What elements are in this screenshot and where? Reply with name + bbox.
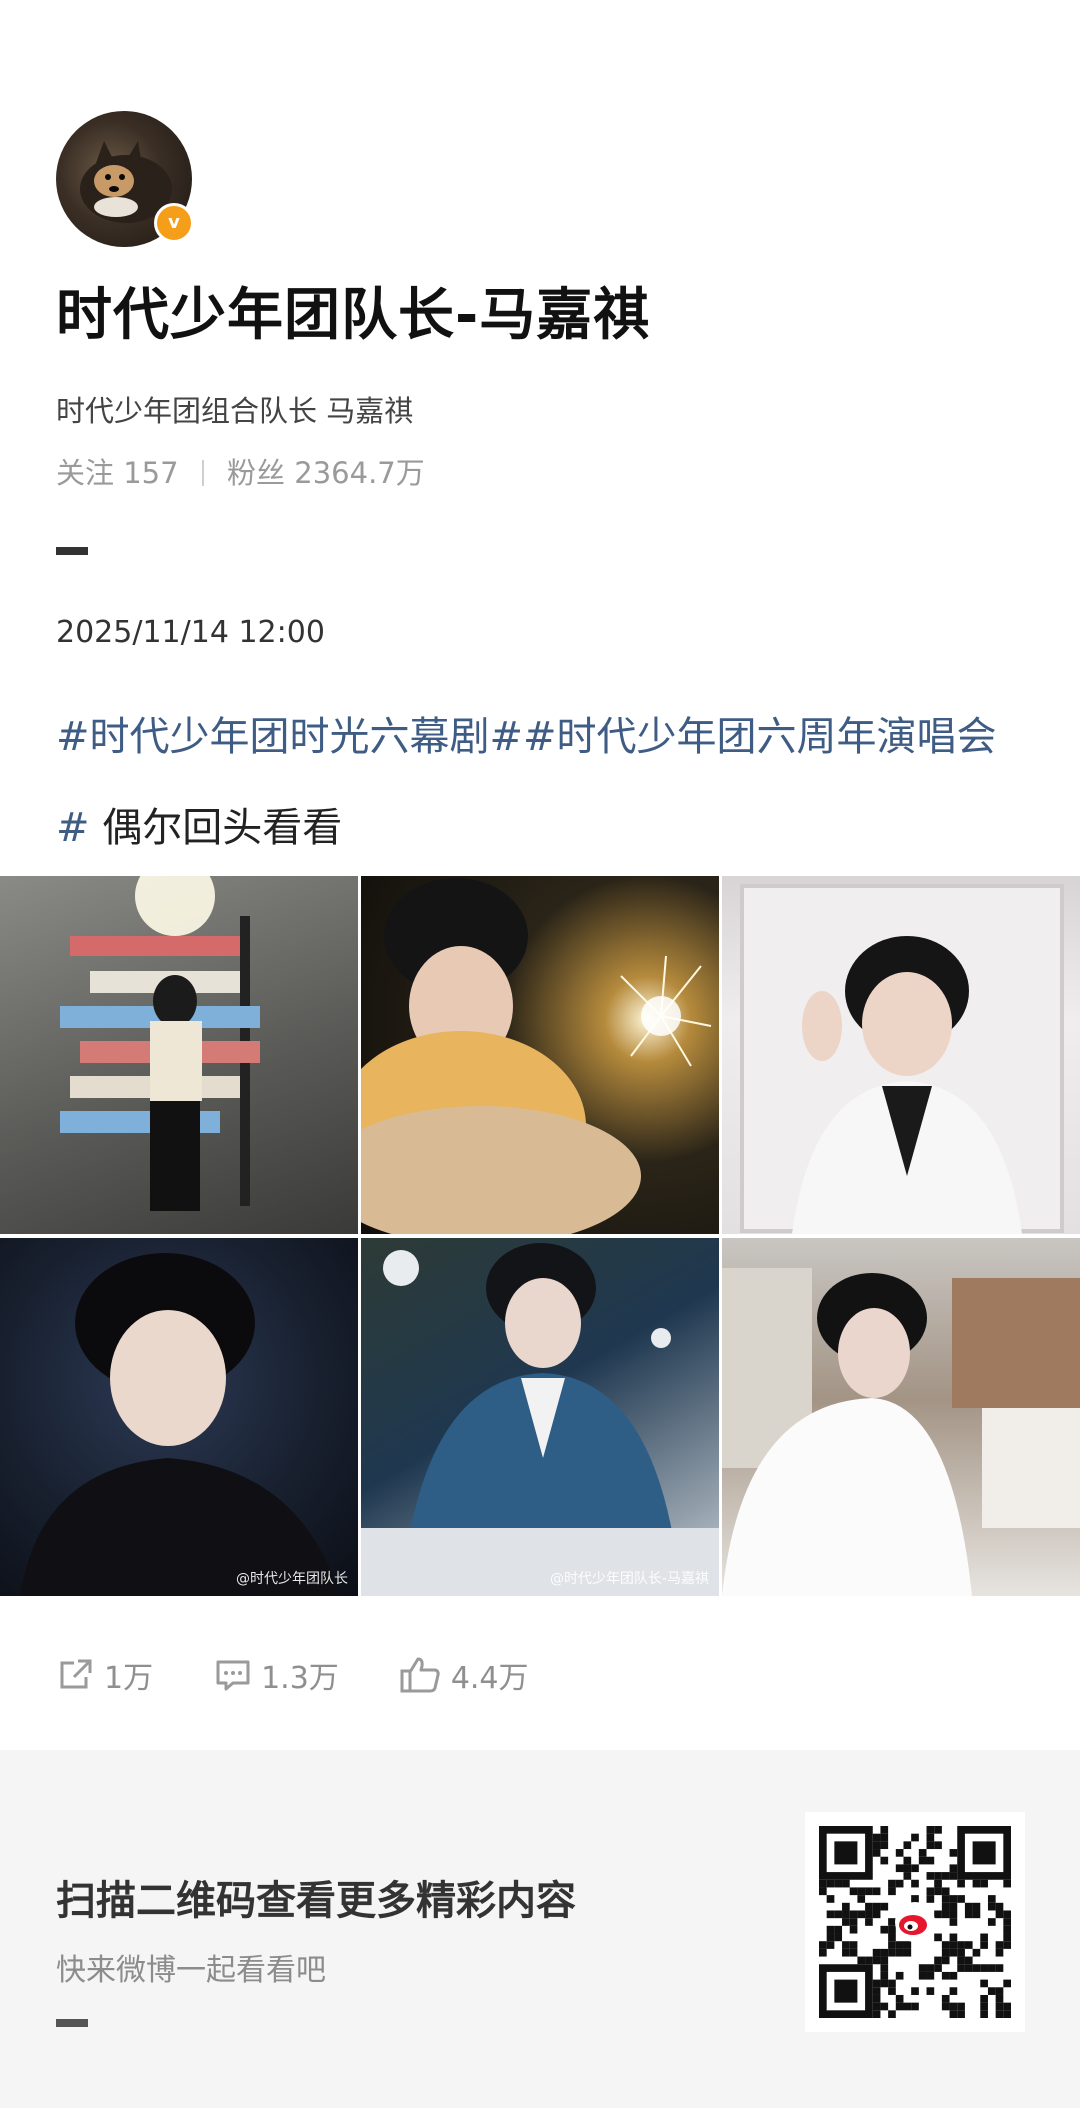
post-photo[interactable] — [722, 1238, 1080, 1596]
repost-button[interactable]: 1万 — [56, 1653, 153, 1697]
portrait-photo-icon — [361, 1243, 719, 1596]
post-timestamp: 2025/11/14 12:00 — [56, 615, 325, 650]
sparkler-photo-icon — [361, 878, 712, 1234]
like-count: 4.4万 — [450, 1661, 529, 1696]
user-description: 时代少年团组合队长 马嘉祺 — [56, 394, 414, 428]
avatar[interactable]: v — [56, 111, 194, 247]
portrait-photo-icon — [740, 884, 1064, 1234]
post-photo[interactable]: @时代少年团队长 — [0, 1238, 358, 1596]
rooftop-photo-icon — [722, 1268, 1080, 1596]
post-photo[interactable] — [722, 876, 1080, 1234]
section-divider — [56, 547, 88, 555]
portrait-photo-icon — [20, 1253, 340, 1596]
following-count[interactable]: 157 — [123, 456, 178, 490]
qr-code-icon — [819, 1826, 1011, 2018]
post-body-text: 偶尔回头看看 — [89, 805, 343, 851]
action-bar: 1万 1.3万 4.4万 — [56, 1650, 589, 1700]
comment-count: 1.3万 — [261, 1661, 339, 1696]
stats-separator — [201, 460, 204, 486]
signpost-photo-icon — [60, 876, 260, 1211]
qr-code[interactable] — [805, 1812, 1025, 2032]
follow-stats: 关注 157 粉丝 2364.7万 — [56, 450, 425, 492]
post-photo[interactable] — [361, 876, 719, 1234]
photo-watermark: @时代少年团队长-马嘉祺 — [549, 1571, 709, 1587]
comment-button[interactable]: 1.3万 — [213, 1653, 339, 1697]
thumbs-up-icon — [400, 1657, 440, 1693]
post-photo[interactable] — [0, 876, 358, 1234]
like-button[interactable]: 4.4万 — [399, 1653, 529, 1697]
promo-banner: 扫描二维码查看更多精彩内容 快来微博一起看看吧 — [0, 1750, 1080, 2108]
verified-badge-icon: v — [154, 203, 194, 243]
hashtag-link[interactable]: #时代少年团时光六幕剧# — [56, 714, 523, 760]
post-photo[interactable]: @时代少年团队长-马嘉祺 — [361, 1238, 719, 1596]
followers-label: 粉丝 — [227, 456, 286, 490]
promo-subtitle: 快来微博一起看看吧 — [56, 1953, 326, 1988]
promo-title: 扫描二维码查看更多精彩内容 — [56, 1878, 576, 1924]
post-text: #时代少年团时光六幕剧##时代少年团六周年演唱会# 偶尔回头看看 — [56, 692, 1006, 874]
followers-count[interactable]: 2364.7万 — [294, 456, 424, 490]
comment-icon — [216, 1660, 250, 1691]
following-label: 关注 — [56, 456, 115, 490]
user-name[interactable]: 时代少年团队长-马嘉祺 — [56, 270, 650, 351]
repost-count: 1万 — [104, 1661, 154, 1696]
photo-watermark: @时代少年团队长 — [236, 1571, 348, 1587]
repost-icon — [60, 1659, 92, 1689]
promo-divider — [56, 2019, 88, 2027]
photo-grid: @时代少年团队长 @时代少年团队长-马嘉祺 — [0, 876, 1080, 1596]
